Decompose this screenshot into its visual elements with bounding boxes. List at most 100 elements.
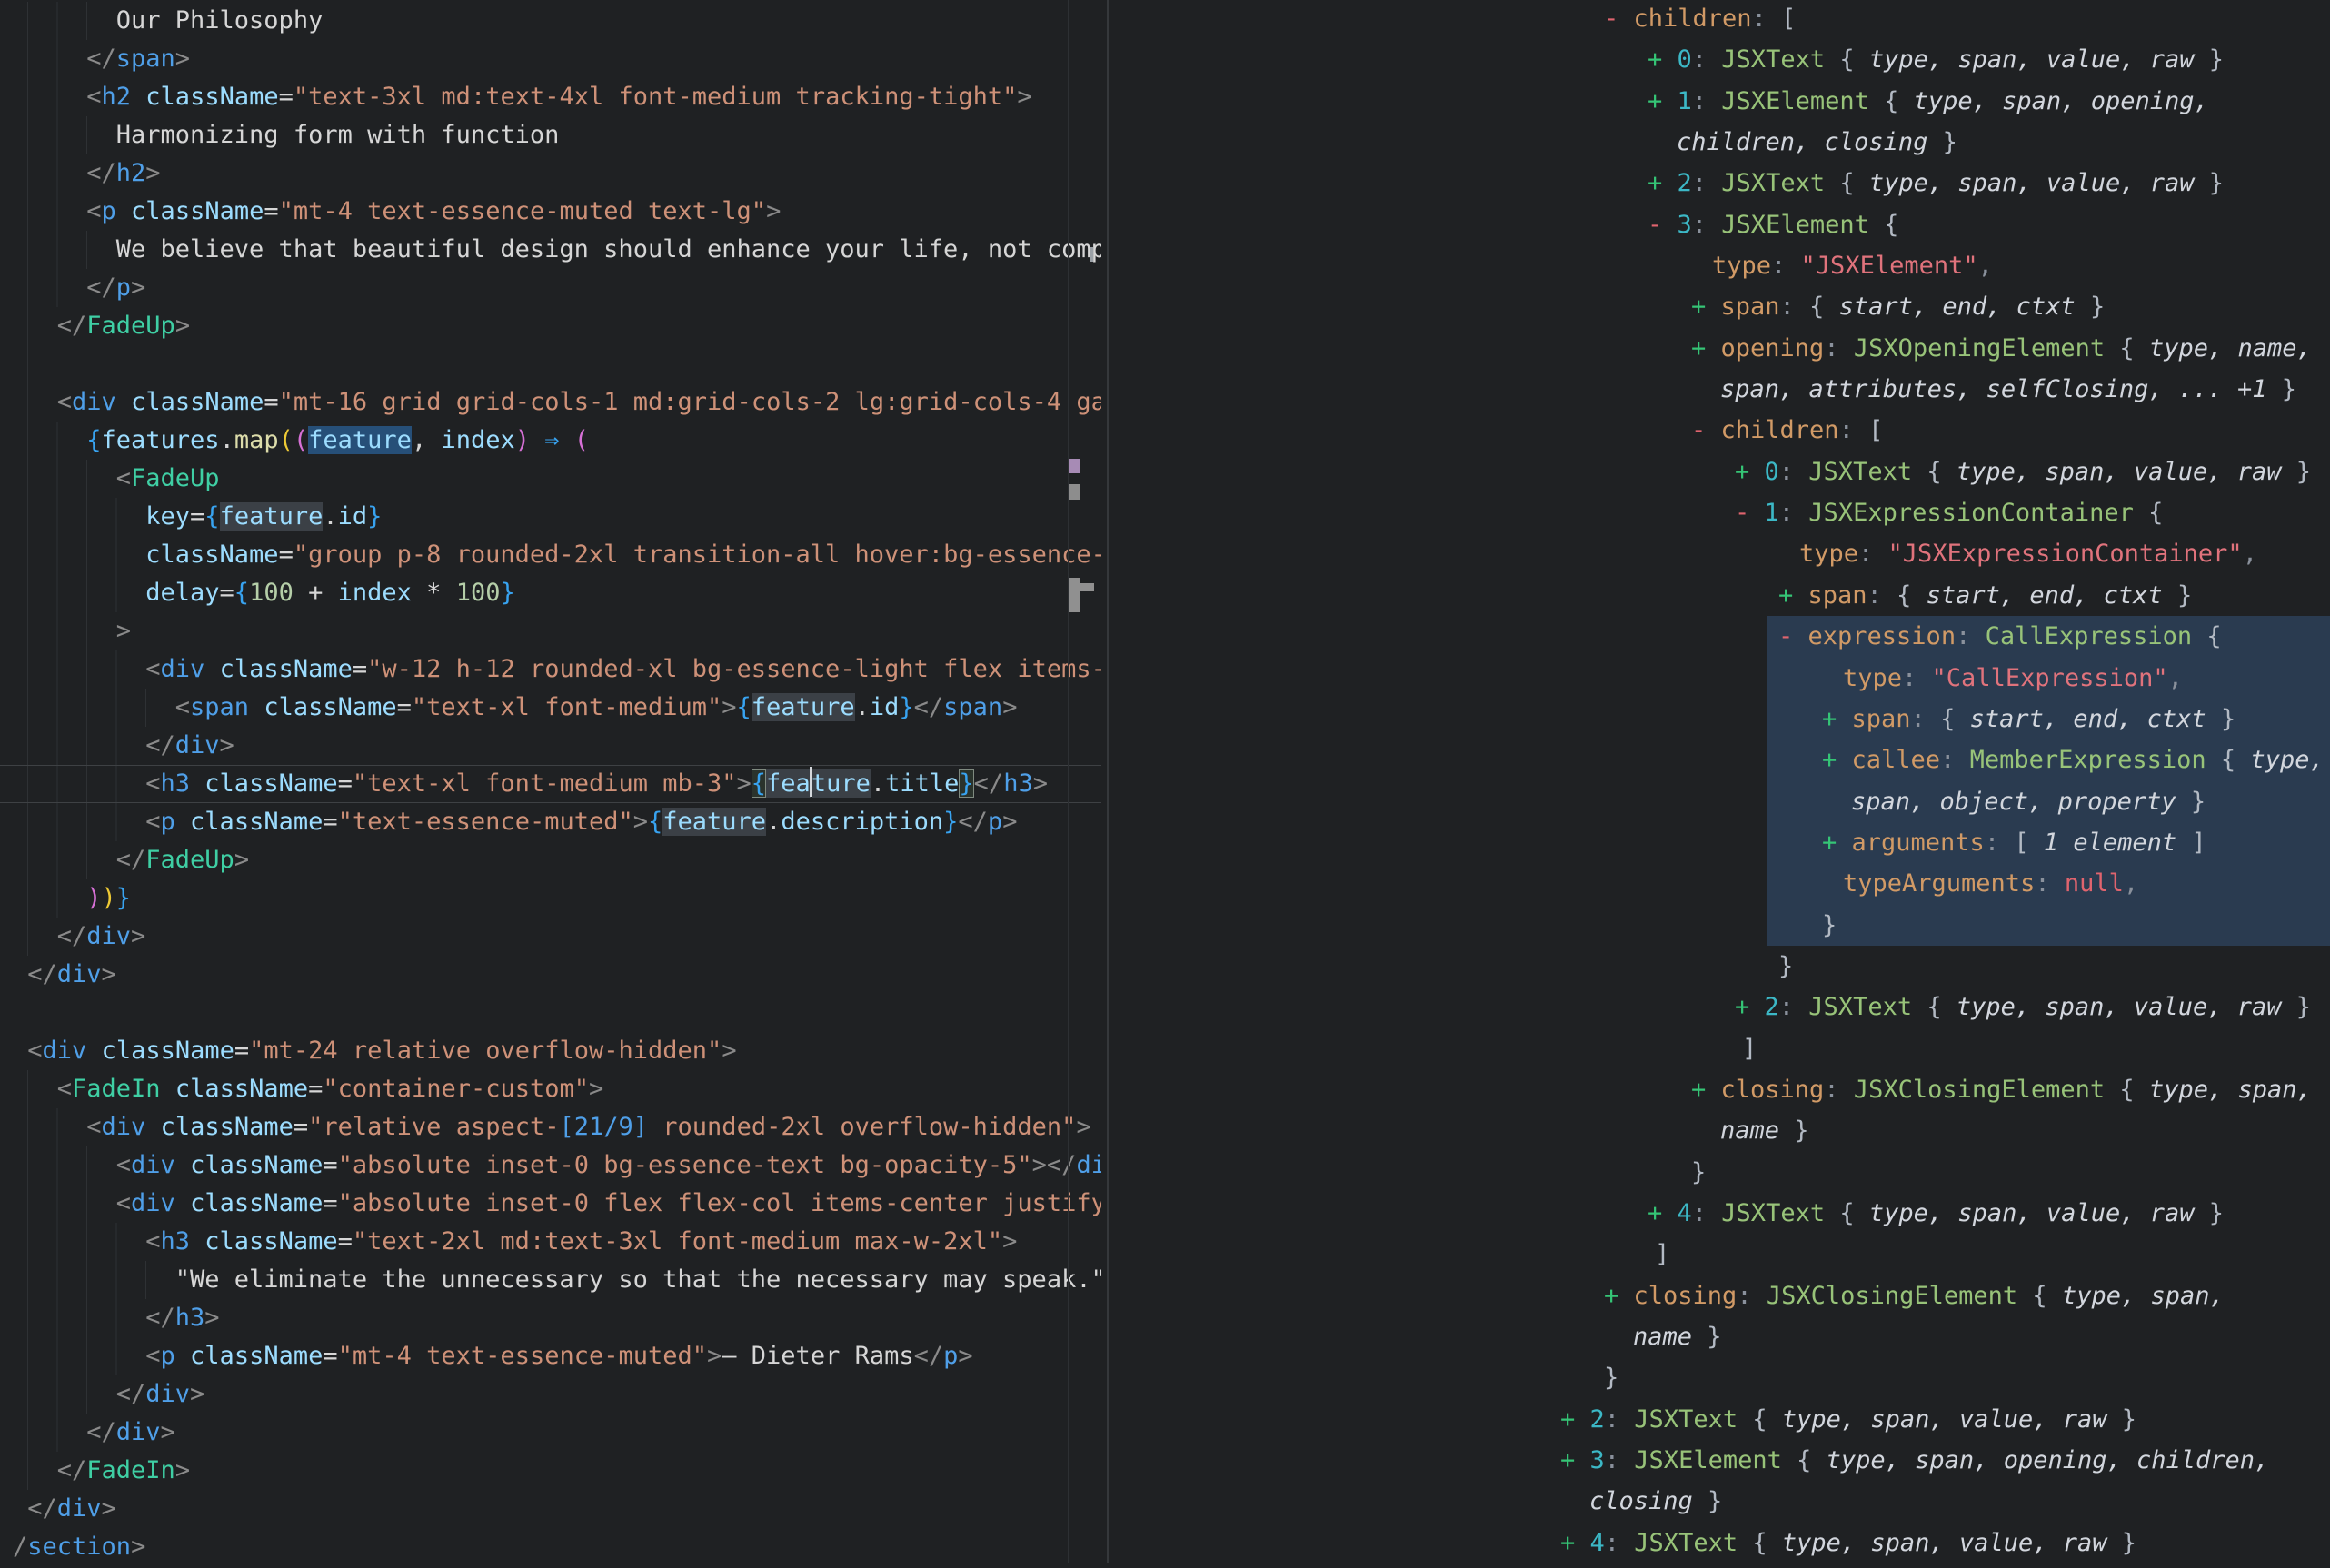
ast-row[interactable]: span, attributes, selfClosing, ... +1 } bbox=[1109, 369, 2330, 410]
code-line[interactable]: /section> bbox=[0, 1528, 1101, 1563]
code-line[interactable]: delay={100 + index * 100} bbox=[0, 574, 1101, 612]
code-line[interactable]: </div> bbox=[0, 956, 1101, 994]
code-line[interactable]: <div className="absolute inset-0 flex fl… bbox=[0, 1185, 1101, 1223]
code-line[interactable]: Our Philosophy bbox=[0, 2, 1101, 40]
code-line[interactable]: {features.map((feature, index) ⇒ ( bbox=[0, 422, 1101, 460]
ast-row[interactable]: - expression: CallExpression { bbox=[1109, 616, 2330, 657]
code-line[interactable]: </div> bbox=[0, 1414, 1101, 1452]
code-line[interactable]: <div className="mt-24 relative overflow-… bbox=[0, 1032, 1101, 1070]
expand-toggle-icon[interactable]: + bbox=[1604, 1282, 1634, 1310]
expand-toggle-icon[interactable]: + bbox=[1691, 334, 1721, 362]
expand-toggle-icon[interactable]: + bbox=[1735, 458, 1765, 486]
expand-toggle-icon[interactable]: + bbox=[1822, 829, 1852, 857]
ast-row[interactable]: ] bbox=[1109, 1028, 2330, 1069]
code-line[interactable]: We believe that beautiful design should … bbox=[0, 231, 1101, 269]
ast-row[interactable]: + span: { start, end, ctxt } bbox=[1109, 286, 2330, 327]
code-line[interactable]: "We eliminate the unnecessary so that th… bbox=[0, 1261, 1101, 1299]
ast-row[interactable]: + opening: JSXOpeningElement { type, nam… bbox=[1109, 328, 2330, 369]
expand-toggle-icon[interactable]: + bbox=[1778, 581, 1808, 610]
code-line[interactable]: <FadeIn className="container-custom"> bbox=[0, 1070, 1101, 1108]
collapse-toggle-icon[interactable]: - bbox=[1735, 499, 1765, 527]
code-line[interactable]: <h3 className="text-2xl md:text-3xl font… bbox=[0, 1223, 1101, 1261]
expand-toggle-icon[interactable]: + bbox=[1560, 1405, 1590, 1434]
expand-toggle-icon[interactable]: + bbox=[1560, 1446, 1590, 1474]
code-line[interactable]: </div> bbox=[0, 727, 1101, 765]
code-line[interactable]: className="group p-8 rounded-2xl transit… bbox=[0, 536, 1101, 574]
ast-row[interactable]: + 2: JSXText { type, span, value, raw } bbox=[1109, 987, 2330, 1027]
expand-toggle-icon[interactable]: + bbox=[1648, 1199, 1678, 1227]
code-line[interactable]: <h2 className="text-3xl md:text-4xl font… bbox=[0, 78, 1101, 116]
code-line[interactable]: <p className="text-essence-muted">{featu… bbox=[0, 803, 1101, 841]
code-line[interactable]: <FadeUp bbox=[0, 460, 1101, 498]
ast-row[interactable]: name } bbox=[1109, 1316, 2330, 1357]
expand-toggle-icon[interactable]: + bbox=[1691, 293, 1721, 321]
code-line[interactable]: <p className="mt-4 text-essence-muted">—… bbox=[0, 1337, 1101, 1375]
ast-row[interactable]: name } bbox=[1109, 1110, 2330, 1151]
expand-toggle-icon[interactable]: + bbox=[1691, 1076, 1721, 1104]
ast-row[interactable]: + span: { start, end, ctxt } bbox=[1109, 699, 2330, 739]
code-line[interactable] bbox=[0, 345, 1101, 383]
code-line[interactable]: <h3 className="text-xl font-medium mb-3"… bbox=[0, 765, 1101, 803]
ast-row[interactable]: closing } bbox=[1109, 1481, 2330, 1522]
code-line[interactable]: <p className="mt-4 text-essence-muted te… bbox=[0, 193, 1101, 231]
ast-row[interactable]: typeArguments: null, bbox=[1109, 863, 2330, 904]
code-line[interactable]: <div className="mt-16 grid grid-cols-1 m… bbox=[0, 383, 1101, 422]
code-line[interactable]: > bbox=[0, 612, 1101, 650]
ast-row[interactable]: - children: [ bbox=[1109, 0, 2330, 39]
ast-row[interactable]: + arguments: [ 1 element ] bbox=[1109, 822, 2330, 863]
code-line[interactable]: </FadeIn> bbox=[0, 1452, 1101, 1490]
code-line[interactable]: ))} bbox=[0, 879, 1101, 918]
collapse-toggle-icon[interactable]: - bbox=[1604, 5, 1634, 33]
ast-row[interactable]: + 0: JSXText { type, span, value, raw } bbox=[1109, 452, 2330, 492]
ast-row[interactable]: + span: { start, end, ctxt } bbox=[1109, 575, 2330, 616]
ast-row[interactable]: + callee: MemberExpression { type, bbox=[1109, 739, 2330, 780]
code-line[interactable]: </div> bbox=[0, 1490, 1101, 1528]
expand-toggle-icon[interactable]: + bbox=[1822, 746, 1852, 774]
code-line[interactable] bbox=[0, 994, 1101, 1032]
ast-row[interactable]: span, object, property } bbox=[1109, 781, 2330, 822]
ast-row[interactable]: + 3: JSXElement { type, span, opening, c… bbox=[1109, 1440, 2330, 1481]
ast-row[interactable]: type: "CallExpression", bbox=[1109, 658, 2330, 699]
ast-row[interactable]: type: "JSXElement", bbox=[1109, 245, 2330, 286]
ast-row[interactable]: - 3: JSXElement { bbox=[1109, 204, 2330, 245]
expand-toggle-icon[interactable]: + bbox=[1822, 705, 1852, 733]
ast-row[interactable]: } bbox=[1109, 1152, 2330, 1193]
ast-row[interactable]: } bbox=[1109, 905, 2330, 946]
expand-toggle-icon[interactable]: + bbox=[1560, 1529, 1590, 1557]
collapse-toggle-icon[interactable]: - bbox=[1648, 211, 1678, 239]
ast-row[interactable]: + closing: JSXClosingElement { type, spa… bbox=[1109, 1069, 2330, 1110]
code-line[interactable]: </span> bbox=[0, 40, 1101, 78]
ast-row[interactable]: type: "JSXExpressionContainer", bbox=[1109, 533, 2330, 574]
code-line[interactable]: <div className="w-12 h-12 rounded-xl bg-… bbox=[0, 650, 1101, 689]
code-line[interactable]: </h3> bbox=[0, 1299, 1101, 1337]
ast-row[interactable]: } bbox=[1109, 946, 2330, 987]
ast-row[interactable]: + closing: JSXClosingElement { type, spa… bbox=[1109, 1275, 2330, 1316]
code-line[interactable]: </FadeUp> bbox=[0, 841, 1101, 879]
code-line[interactable]: <div className="relative aspect-[21/9] r… bbox=[0, 1108, 1101, 1146]
ast-row[interactable]: + 4: JSXText { type, span, value, raw } bbox=[1109, 1523, 2330, 1563]
expand-toggle-icon[interactable]: + bbox=[1648, 169, 1678, 197]
collapse-toggle-icon[interactable]: - bbox=[1778, 622, 1808, 650]
code-line[interactable]: </FadeUp> bbox=[0, 307, 1101, 345]
ast-row[interactable]: + 4: JSXText { type, span, value, raw } bbox=[1109, 1193, 2330, 1234]
code-line[interactable]: </div> bbox=[0, 1375, 1101, 1414]
expand-toggle-icon[interactable]: + bbox=[1648, 45, 1678, 74]
code-line[interactable]: key={feature.id} bbox=[0, 498, 1101, 536]
ast-row[interactable]: children, closing } bbox=[1109, 122, 2330, 163]
ast-row[interactable]: + 1: JSXElement { type, span, opening, bbox=[1109, 81, 2330, 122]
ast-row[interactable]: - children: [ bbox=[1109, 410, 2330, 451]
ast-row[interactable]: + 2: JSXText { type, span, value, raw } bbox=[1109, 163, 2330, 203]
code-line[interactable]: </div> bbox=[0, 918, 1101, 956]
expand-toggle-icon[interactable]: + bbox=[1735, 993, 1765, 1021]
ast-row[interactable]: - 1: JSXExpressionContainer { bbox=[1109, 492, 2330, 533]
code-line[interactable]: </p> bbox=[0, 269, 1101, 307]
ast-row[interactable]: + 2: JSXText { type, span, value, raw } bbox=[1109, 1399, 2330, 1440]
code-line[interactable]: Harmonizing form with function bbox=[0, 116, 1101, 154]
ast-row[interactable]: } bbox=[1109, 1357, 2330, 1398]
code-line[interactable]: </h2> bbox=[0, 154, 1101, 193]
ast-row[interactable]: + 0: JSXText { type, span, value, raw } bbox=[1109, 39, 2330, 80]
code-line[interactable]: <div className="absolute inset-0 bg-esse… bbox=[0, 1146, 1101, 1185]
collapse-toggle-icon[interactable]: - bbox=[1691, 416, 1721, 444]
code-line[interactable]: <span className="text-xl font-medium">{f… bbox=[0, 689, 1101, 727]
ast-row[interactable]: ] bbox=[1109, 1234, 2330, 1275]
